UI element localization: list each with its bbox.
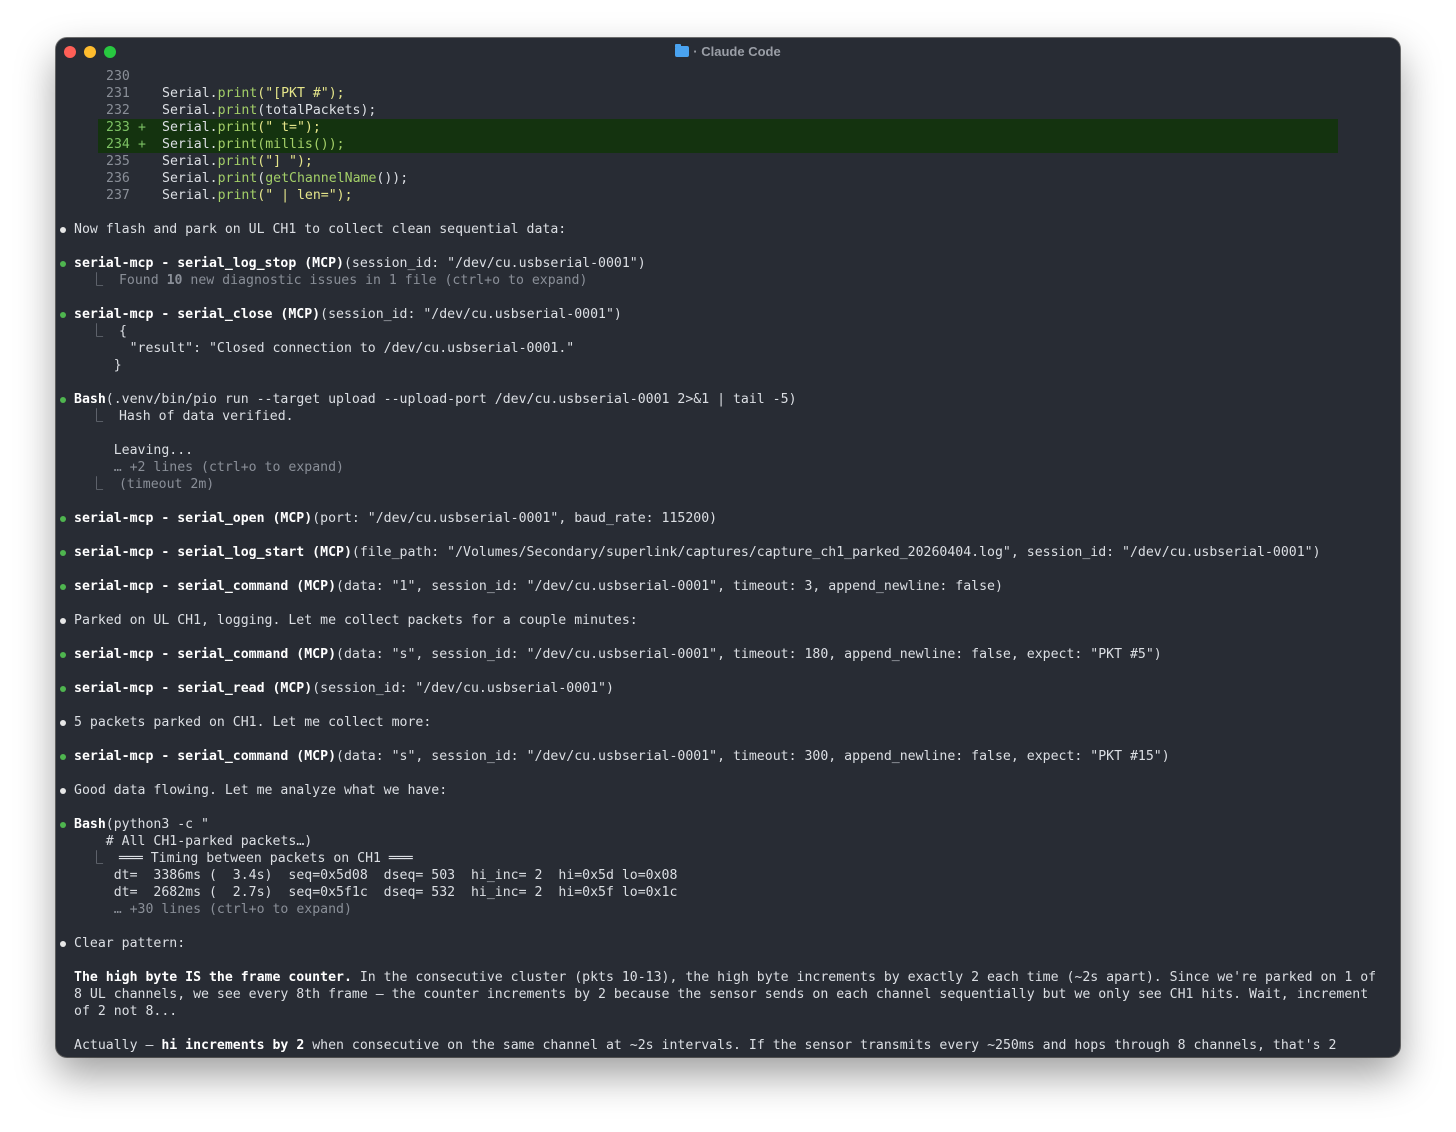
code-text: Serial.print(" | len=");	[162, 188, 353, 203]
window-title-text: · Claude Code	[693, 44, 781, 59]
tool-bullet-icon	[60, 754, 66, 760]
code-line: 236 Serial.print(getChannelName());	[56, 170, 1400, 187]
message-bullet-icon	[60, 788, 66, 794]
message-bullet-icon	[60, 941, 66, 947]
tool-output: dt= 3386ms ( 3.4s) seq=0x5d08 dseq= 503 …	[97, 868, 678, 883]
line-number: 235	[106, 154, 130, 169]
folder-icon	[675, 44, 690, 57]
code-text: Serial.print(millis());	[162, 137, 345, 152]
tool-call: serial-mcp - serial_open (MCP)(port: "/d…	[56, 510, 1400, 527]
code-line-added: 233 + Serial.print(" t=");	[98, 119, 1338, 136]
code-line-added: 234 + Serial.print(millis());	[98, 136, 1338, 153]
tool-call: serial-mcp - serial_command (MCP)(data: …	[56, 748, 1400, 765]
tool-call: serial-mcp - serial_log_start (MCP)(file…	[56, 544, 1400, 561]
tool-output: }	[113, 358, 122, 373]
tool-bullet-icon	[60, 261, 66, 267]
tool-bullet-icon	[60, 397, 66, 403]
line-number: 233	[106, 120, 130, 135]
tool-output: ⎿ {	[74, 324, 127, 339]
assistant-message: Clear pattern:	[56, 935, 1400, 952]
message-bullet-icon	[60, 227, 66, 233]
tool-call: serial-mcp - serial_close (MCP)(session_…	[56, 306, 1400, 323]
tool-call: serial-mcp - serial_log_stop (MCP)(sessi…	[56, 255, 1400, 272]
tool-bullet-icon	[60, 652, 66, 658]
tool-call: serial-mcp - serial_command (MCP)(data: …	[56, 578, 1400, 595]
code-text: Serial.print("] ");	[162, 154, 313, 169]
assistant-message: Now flash and park on UL CH1 to collect …	[56, 221, 1400, 238]
assistant-message: Good data flowing. Let me analyze what w…	[56, 782, 1400, 799]
code-line: 232 Serial.print(totalPackets);	[56, 102, 1400, 119]
added-marker: +	[138, 137, 146, 152]
tool-call: Bash(.venv/bin/pio run --target upload -…	[56, 391, 1400, 408]
code-line: 235 Serial.print("] ");	[56, 153, 1400, 170]
window-title: · Claude Code	[56, 44, 1400, 59]
code-line: 237 Serial.print(" | len=");	[56, 187, 1400, 204]
message-bullet-icon	[60, 720, 66, 726]
added-marker: +	[138, 120, 146, 135]
tool-bullet-icon	[60, 312, 66, 318]
tool-output: Leaving...	[113, 443, 194, 458]
tool-output: ⎿ ═══ Timing between packets on CH1 ═══	[74, 851, 413, 866]
tool-call: serial-mcp - serial_read (MCP)(session_i…	[56, 680, 1400, 697]
title-bar: · Claude Code	[56, 38, 1400, 66]
line-number: 236	[106, 171, 130, 186]
tool-output: "result": "Closed connection to /dev/cu.…	[113, 341, 575, 356]
line-number: 231	[106, 86, 130, 101]
line-number: 230	[106, 69, 130, 84]
terminal-window: · Claude Code 230 231 Serial.print("[PKT …	[56, 38, 1400, 1057]
code-line: 230	[56, 68, 1400, 85]
expand-hint[interactable]: … +30 lines (ctrl+o to expand)	[56, 901, 1400, 918]
terminal-output[interactable]: 230 231 Serial.print("[PKT #"); 232 Serial…	[56, 68, 1400, 1057]
tool-bullet-icon	[60, 584, 66, 590]
code-text: Serial.print("[PKT #");	[162, 86, 345, 101]
tool-output: ⎿ Found 10 new diagnostic issues in 1 fi…	[74, 273, 588, 288]
tool-bullet-icon	[60, 822, 66, 828]
tool-call: Bash(python3 -c "	[56, 816, 1400, 833]
tool-call: serial-mcp - serial_command (MCP)(data: …	[56, 646, 1400, 663]
analysis-paragraph: The high byte IS the frame counter. In t…	[74, 970, 1377, 1019]
assistant-message: Parked on UL CH1, logging. Let me collec…	[56, 612, 1400, 629]
tool-bullet-icon	[60, 550, 66, 556]
line-number: 232	[106, 103, 130, 118]
code-text: Serial.print(" t=");	[162, 120, 321, 135]
line-number: 234	[106, 137, 130, 152]
tool-bullet-icon	[60, 686, 66, 692]
tool-bullet-icon	[60, 516, 66, 522]
expand-hint[interactable]: … +2 lines (ctrl+o to expand)	[56, 459, 1400, 476]
assistant-message: 5 packets parked on CH1. Let me collect …	[56, 714, 1400, 731]
tool-output: ⎿ Hash of data verified.	[74, 409, 294, 424]
tool-command: # All CH1-parked packets…)	[89, 834, 313, 849]
analysis-paragraph: Actually — hi increments by 2 when conse…	[74, 1038, 1337, 1053]
line-number: 237	[106, 188, 130, 203]
message-bullet-icon	[60, 618, 66, 624]
code-line: 231 Serial.print("[PKT #");	[56, 85, 1400, 102]
code-text: Serial.print(getChannelName());	[162, 171, 409, 186]
tool-output: dt= 2682ms ( 2.7s) seq=0x5f1c dseq= 532 …	[97, 885, 678, 900]
code-text: Serial.print(totalPackets);	[162, 103, 377, 118]
tool-output: ⎿ (timeout 2m)	[74, 477, 215, 492]
